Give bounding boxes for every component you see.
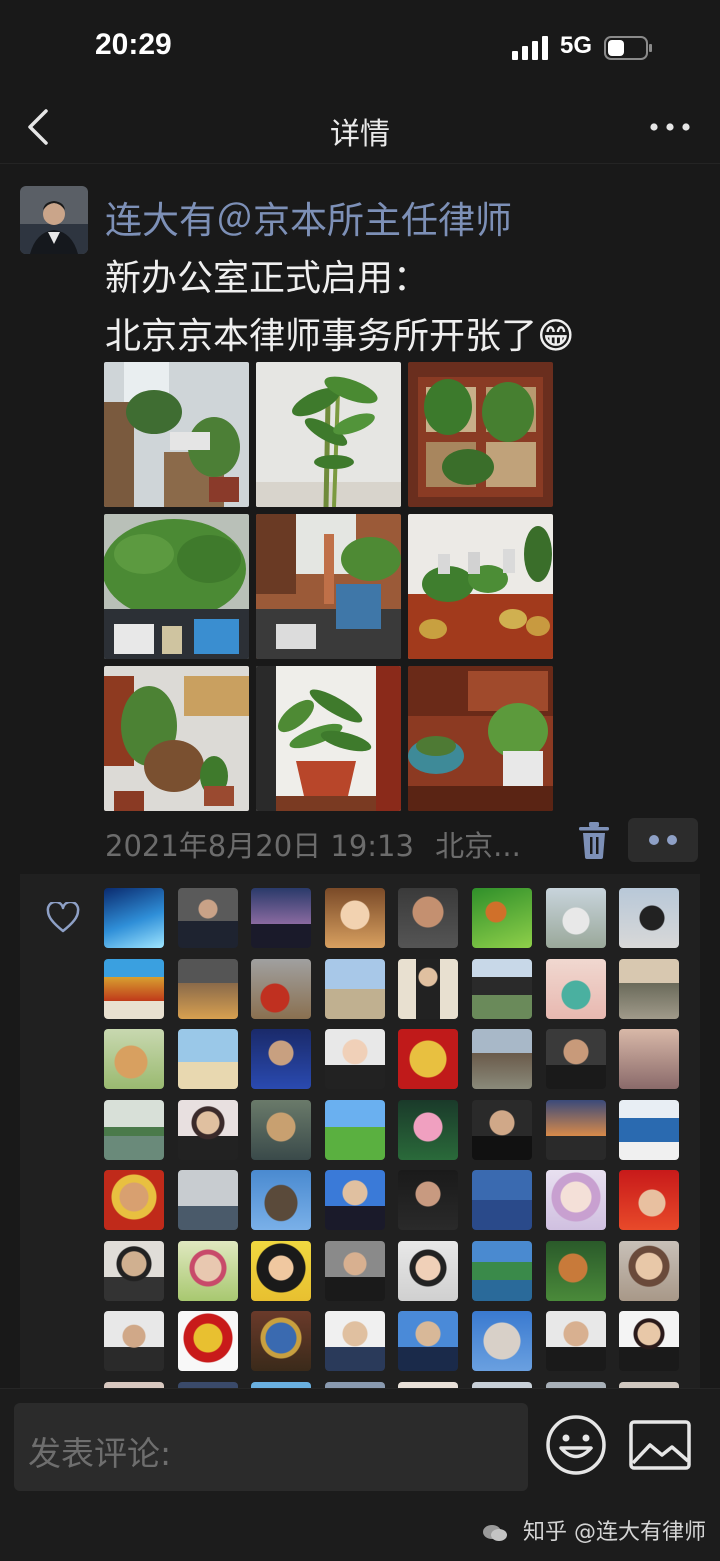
liker-avatar[interactable] (545, 1170, 606, 1230)
delete-icon[interactable] (576, 820, 612, 860)
photo-thumbnail[interactable] (408, 514, 553, 659)
liker-avatar-grid (104, 888, 680, 1394)
liker-avatar[interactable] (398, 1311, 459, 1371)
liker-avatar[interactable] (177, 1099, 238, 1160)
likes-panel (20, 874, 700, 1394)
liker-avatar[interactable] (545, 1029, 606, 1089)
author-name[interactable]: 连大有＠京本所主任律师 (105, 190, 512, 244)
liker-avatar[interactable] (324, 888, 385, 948)
liker-avatar[interactable] (251, 1099, 312, 1160)
liker-avatar[interactable] (471, 1170, 532, 1230)
liker-avatar[interactable] (545, 888, 606, 948)
post-location[interactable]: 北京... (435, 829, 521, 863)
post-content: 新办公室正式启用： 北京京本律师事务所开张了😁 (105, 250, 575, 366)
liker-avatar[interactable] (619, 1311, 680, 1371)
liker-avatar[interactable] (251, 1029, 312, 1089)
liker-avatar[interactable] (471, 1311, 532, 1371)
liker-avatar[interactable] (398, 958, 459, 1019)
status-bar: 20:29 5G (0, 0, 720, 95)
photo-thumbnail[interactable] (104, 362, 249, 507)
liker-avatar[interactable] (398, 1240, 459, 1301)
watermark-text: 知乎 @连大有律师 (523, 1520, 706, 1545)
status-time: 20:29 (95, 28, 172, 61)
post-content-line: 北京京本律师事务所开张了😁 (105, 316, 575, 357)
wechat-icon (483, 1525, 507, 1541)
photo-thumbnail[interactable] (408, 362, 553, 507)
liker-avatar[interactable] (619, 1099, 680, 1160)
page-title: 详情 (330, 117, 390, 152)
nav-bar: 详情 (0, 95, 720, 164)
liker-avatar[interactable] (619, 1240, 680, 1301)
liker-avatar[interactable] (104, 1170, 164, 1230)
liker-avatar[interactable] (619, 958, 680, 1019)
liker-avatar[interactable] (324, 1170, 385, 1230)
liker-avatar[interactable] (324, 1311, 385, 1371)
liker-avatar[interactable] (104, 1029, 164, 1089)
photo-thumbnail[interactable] (256, 514, 401, 659)
liker-avatar[interactable] (104, 888, 164, 948)
liker-avatar[interactable] (471, 888, 532, 948)
liker-avatar[interactable] (324, 1240, 385, 1301)
photo-thumbnail[interactable] (256, 362, 401, 507)
comment-input[interactable]: 发表评论: (14, 1403, 528, 1491)
post-timestamp: 2021年8月20日 19:13 (105, 829, 414, 863)
author-avatar[interactable] (20, 186, 88, 254)
more-icon[interactable] (648, 113, 692, 141)
liker-avatar[interactable] (177, 958, 238, 1019)
photo-thumbnail[interactable] (256, 666, 401, 811)
post-content-line: 新办公室正式启用： (105, 258, 430, 299)
liker-avatar[interactable] (471, 1099, 532, 1160)
liker-avatar[interactable] (545, 1311, 606, 1371)
liker-avatar[interactable] (324, 958, 385, 1019)
liker-avatar[interactable] (471, 958, 532, 1019)
dots-icon (649, 835, 677, 845)
liker-avatar[interactable] (545, 1099, 606, 1160)
liker-avatar[interactable] (324, 1099, 385, 1160)
liker-avatar[interactable] (251, 1240, 312, 1301)
liker-avatar[interactable] (398, 1170, 459, 1230)
photo-thumbnail[interactable] (104, 666, 249, 811)
liker-avatar[interactable] (251, 888, 312, 948)
liker-avatar[interactable] (471, 1240, 532, 1301)
liker-avatar[interactable] (398, 1099, 459, 1160)
liker-avatar[interactable] (104, 958, 164, 1019)
liker-avatar[interactable] (104, 1311, 164, 1371)
photo-grid (104, 362, 554, 812)
liker-avatar[interactable] (251, 1170, 312, 1230)
liker-avatar[interactable] (177, 1170, 238, 1230)
battery-icon (604, 36, 652, 60)
liker-avatar[interactable] (177, 888, 238, 948)
liker-avatar[interactable] (619, 1170, 680, 1230)
network-type: 5G (560, 32, 593, 59)
emoji-icon[interactable] (544, 1413, 608, 1477)
post-meta: 2021年8月20日 19:13 北京... (105, 823, 521, 865)
liker-avatar[interactable] (251, 1311, 312, 1371)
heart-icon (46, 902, 80, 933)
liker-avatar[interactable] (471, 1029, 532, 1089)
liker-avatar[interactable] (545, 1240, 606, 1301)
comment-placeholder: 发表评论: (28, 1434, 172, 1473)
liker-avatar[interactable] (177, 1311, 238, 1371)
image-icon[interactable] (628, 1419, 692, 1471)
liker-avatar[interactable] (177, 1240, 238, 1301)
liker-avatar[interactable] (545, 958, 606, 1019)
liker-avatar[interactable] (177, 1029, 238, 1089)
liker-avatar[interactable] (619, 1029, 680, 1089)
comment-like-button[interactable] (628, 818, 698, 862)
liker-avatar[interactable] (619, 888, 680, 948)
liker-avatar[interactable] (104, 1240, 164, 1301)
signal-icon (512, 36, 548, 60)
liker-avatar[interactable] (324, 1029, 385, 1089)
watermark: 知乎 @连大有律师 (482, 1514, 706, 1546)
liker-avatar[interactable] (104, 1099, 164, 1160)
photo-thumbnail[interactable] (104, 514, 249, 659)
liker-avatar[interactable] (398, 888, 459, 948)
photo-thumbnail[interactable] (408, 666, 553, 811)
liker-avatar[interactable] (251, 958, 312, 1019)
liker-avatar[interactable] (398, 1029, 459, 1089)
